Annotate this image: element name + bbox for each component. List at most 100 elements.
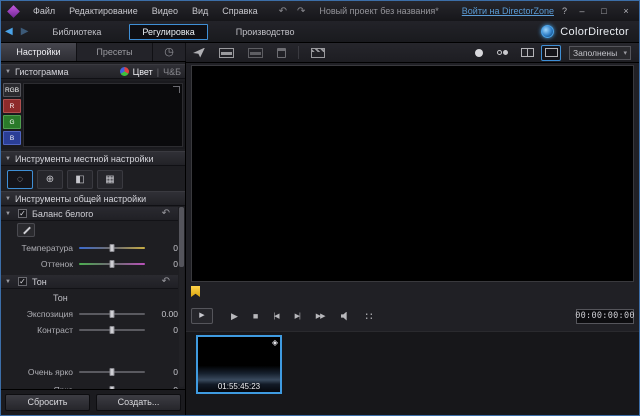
clapperboard-icon[interactable] [311,48,325,58]
histogram-mode-switch: Цвет | Ч&Б [120,67,181,77]
single-view-button[interactable] [541,45,561,61]
close-button[interactable]: × [619,6,633,16]
histogram-header[interactable]: ▼ Гистограмма Цвет | Ч&Б [1,64,185,79]
radial-filter-tool[interactable]: ⊕ [37,170,63,189]
adjustment-brush-tool[interactable]: ◌ [7,170,33,189]
slider-thumb[interactable] [110,368,115,376]
white-balance-eyedropper-icon[interactable] [17,223,35,237]
exposure-label: Экспозиция [1,309,79,319]
titlebar-right: Войти на DirectorZone ? – □ × [462,6,639,16]
tint-slider[interactable] [79,263,145,265]
slider-thumb[interactable] [110,326,115,334]
temperature-slider[interactable] [79,247,145,249]
menu-video[interactable]: Видео [145,1,185,21]
collapse-icon[interactable]: ▼ [5,156,11,162]
play-in-preview-button[interactable]: ▶ [191,308,213,324]
histogram-title: Гистограмма [15,67,69,77]
slider-thumb[interactable] [110,244,115,252]
white-balance-title: Баланс белого [32,209,93,219]
tab-library[interactable]: Библиотека [40,25,113,39]
reset-button[interactable]: Сбросить [5,394,90,411]
next-frame-button[interactable]: ▶| [295,312,300,320]
filmstrip-remove-icon[interactable] [248,48,263,58]
local-tools-title: Инструменты местной настройки [15,154,154,164]
tab-adjustment[interactable]: Регулировка [129,24,207,40]
fit-mode-dropdown[interactable]: Заполнены ▾ [569,46,631,60]
channel-g-button[interactable]: G [3,115,21,129]
global-tools-header[interactable]: ▼ Инструменты общей настройки [1,191,185,206]
temperature-value: 0 [154,243,178,253]
tone-header[interactable]: ▼ ✓ Тон ↶ [1,275,178,289]
reset-tone-icon[interactable]: ↶ [162,276,170,287]
minimize-button[interactable]: – [575,6,589,16]
video-preview[interactable] [191,65,634,282]
color-mode-button[interactable]: Цвет [133,67,153,77]
clip-marker-icon[interactable] [191,286,200,297]
compare-circle-icon[interactable] [475,49,483,57]
stop-button[interactable]: ■ [253,311,257,321]
white-balance-header[interactable]: ▼ ✓ Баланс белого ↶ [1,207,178,221]
tint-row: Оттенок 0 [1,257,178,271]
mode-separator: | [157,67,159,77]
forward-button[interactable]: ▶ [21,26,29,37]
project-title: Новый проект без названия* [319,6,438,16]
scrollbar-thumb[interactable] [179,207,184,267]
collapse-icon[interactable]: ▼ [5,279,11,285]
panel-scrollbar[interactable] [179,207,184,387]
contrast-slider[interactable] [79,329,145,331]
previous-frame-button[interactable]: |◀ [273,312,278,320]
grid-view-icon[interactable]: ∷ [366,310,373,323]
menu-view[interactable]: Вид [185,1,215,21]
collapse-icon[interactable]: ▼ [5,196,11,202]
fast-forward-button[interactable]: ▶▶ [316,312,325,320]
exposure-row: Экспозиция 0.00 [1,307,178,321]
channel-r-button[interactable]: R [3,99,21,113]
history-tab[interactable]: ◷ [153,43,186,61]
play-button[interactable]: ▶ [231,311,237,322]
menu-edit[interactable]: Редактирование [62,1,145,21]
slider-thumb[interactable] [110,260,115,268]
clip-timecode: 01:55:45:23 [198,382,280,391]
create-preset-button[interactable]: Создать... [96,394,181,411]
back-button[interactable]: ◀ [5,26,13,37]
tab-production[interactable]: Производство [224,25,307,39]
exposure-slider[interactable] [79,313,145,315]
slider-thumb[interactable] [110,310,115,318]
local-tools-header[interactable]: ▼ Инструменты местной настройки [1,151,185,166]
preview-panel: Заполнены ▾ ▶ ▶ ■ |◀ ▶| ▶▶ ∷ 00:00:00:00… [186,43,639,415]
maximize-button[interactable]: □ [597,6,611,16]
exposure-value: 0.00 [154,309,178,319]
volume-icon[interactable] [341,312,350,321]
compare-dual-circle-icon[interactable] [497,50,508,55]
histogram-box: RGB R G B [1,81,185,149]
bw-mode-button[interactable]: Ч&Б [163,67,181,77]
channel-rgb-button[interactable]: RGB [3,83,21,97]
gradient-filter-tool[interactable]: ◧ [67,170,93,189]
filmstrip-add-icon[interactable] [219,48,234,58]
channel-b-button[interactable]: B [3,131,21,145]
collapse-icon[interactable]: ▼ [5,211,11,217]
tab-settings[interactable]: Настройки [1,43,77,61]
mask-tool[interactable]: ▦ [97,170,123,189]
trash-icon[interactable] [277,48,286,58]
undo-icon[interactable]: ↶ [279,6,287,17]
white-balance-checkbox[interactable]: ✓ [18,209,27,218]
reset-white-balance-icon[interactable]: ↶ [162,208,170,219]
tab-presets[interactable]: Пресеты [77,43,153,61]
expand-histogram-icon[interactable] [173,86,180,93]
colordirector-logo-icon [541,25,554,38]
contrast-value: 0 [154,325,178,335]
whites-slider[interactable] [79,371,145,373]
redo-icon[interactable]: ↷ [297,6,305,17]
single-view-icon [545,48,558,57]
temperature-label: Температура [1,243,79,253]
help-button[interactable]: ? [562,6,567,16]
plane-icon[interactable] [193,48,205,58]
menu-help[interactable]: Справка [215,1,264,21]
tone-checkbox[interactable]: ✓ [18,277,27,286]
split-view-button[interactable] [517,45,537,61]
clip-thumbnail[interactable]: ◈ 01:55:45:23 [196,335,282,394]
directorzone-signin-link[interactable]: Войти на DirectorZone [462,6,554,16]
menu-file[interactable]: Файл [26,1,62,21]
collapse-icon[interactable]: ▼ [5,69,11,75]
